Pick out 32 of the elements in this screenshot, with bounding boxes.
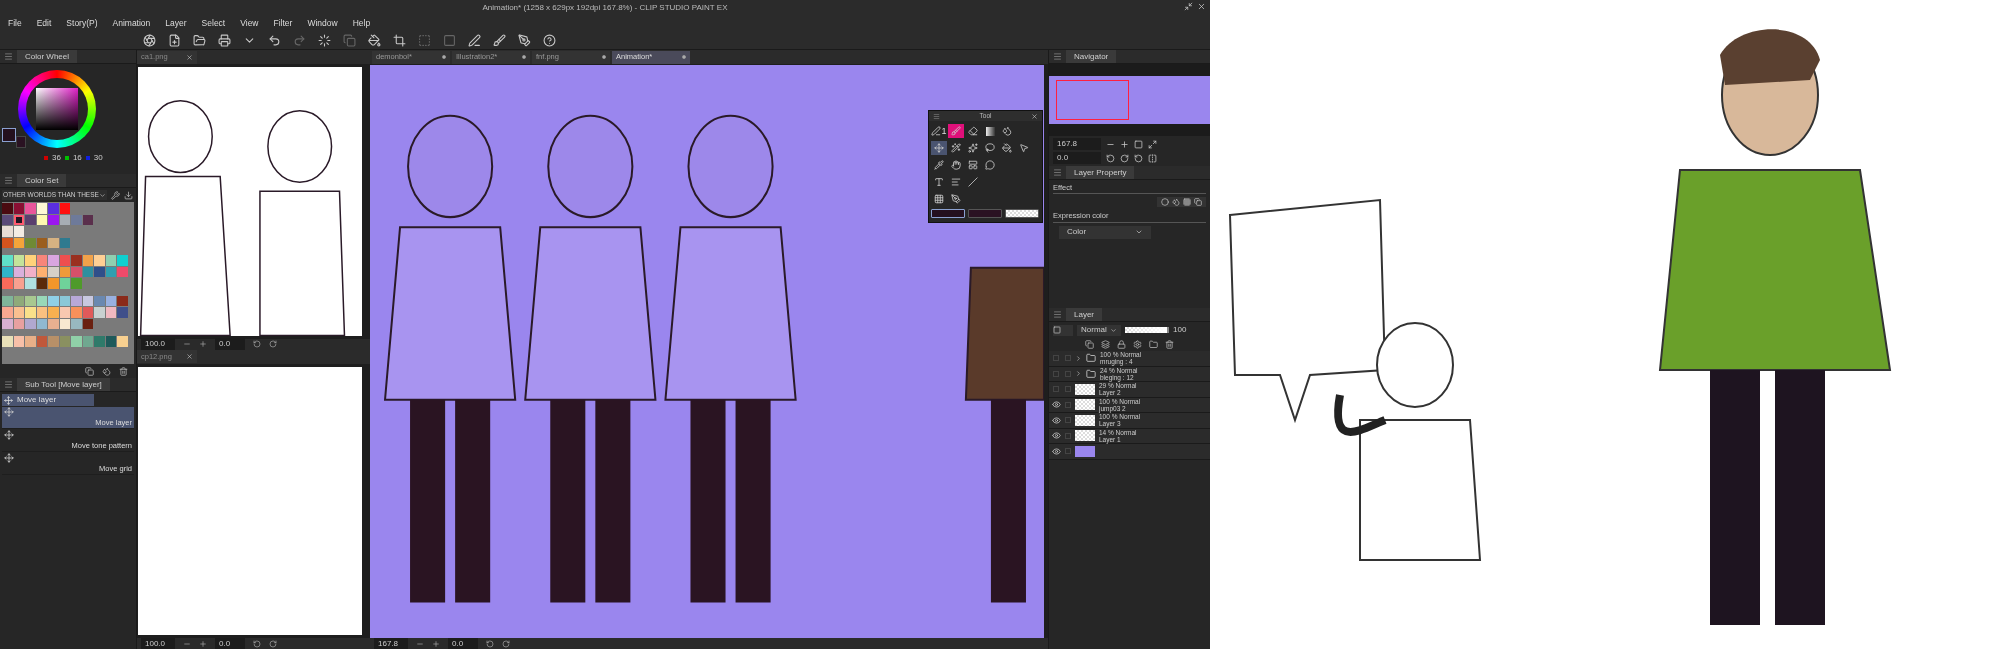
window-title: Animation* (1258 x 629px 192dpi 167.8%) - CLIP STUDIO PAINT EX	[482, 1, 728, 14]
panel-tab[interactable]: Color Wheel	[17, 50, 77, 63]
sub-tool-group-button[interactable]: Move layer	[2, 394, 94, 406]
menu-item[interactable]: Filter	[273, 16, 293, 30]
channel-value: 36	[52, 152, 61, 164]
zoom-field[interactable]: 100.0	[141, 338, 175, 350]
menu-item[interactable]: Layer	[165, 16, 187, 30]
angle-field[interactable]: 0.0	[215, 637, 245, 649]
angle-field[interactable]: 0.0	[1053, 152, 1101, 164]
blend-mode-dropdown[interactable]: Normal	[1077, 324, 1121, 336]
pen-number: 1	[941, 126, 947, 136]
channel-value: 30	[93, 152, 103, 164]
tool-button[interactable]: 1	[931, 124, 947, 138]
panel-tab[interactable]: Layer	[1066, 308, 1102, 321]
zoom-field[interactable]: 167.8	[1053, 138, 1101, 150]
menu-item[interactable]: File	[8, 16, 22, 30]
panel-tab[interactable]: Navigator	[1066, 50, 1117, 63]
menu-item[interactable]: Help	[352, 16, 371, 30]
menu-item[interactable]: Window	[307, 16, 338, 30]
zoom-field[interactable]: 100.0	[141, 637, 175, 649]
panel-tab[interactable]: Layer Property	[1066, 166, 1135, 179]
menu-item[interactable]: Select	[201, 16, 226, 30]
menu-item[interactable]: View	[240, 16, 259, 30]
panel-tab[interactable]: Color Set	[17, 174, 67, 187]
menu-item[interactable]: Edit	[36, 16, 52, 30]
menu-item[interactable]: Animation	[112, 16, 151, 30]
angle-field[interactable]: 0.0	[215, 338, 245, 350]
panel-tab[interactable]: Sub Tool [Move layer]	[17, 378, 110, 391]
expression-color-dropdown[interactable]: Color	[1059, 225, 1151, 239]
channel-value: 16	[72, 152, 82, 164]
menu-item[interactable]: Story(P)	[66, 16, 98, 30]
opacity-value: 100	[1173, 324, 1187, 336]
